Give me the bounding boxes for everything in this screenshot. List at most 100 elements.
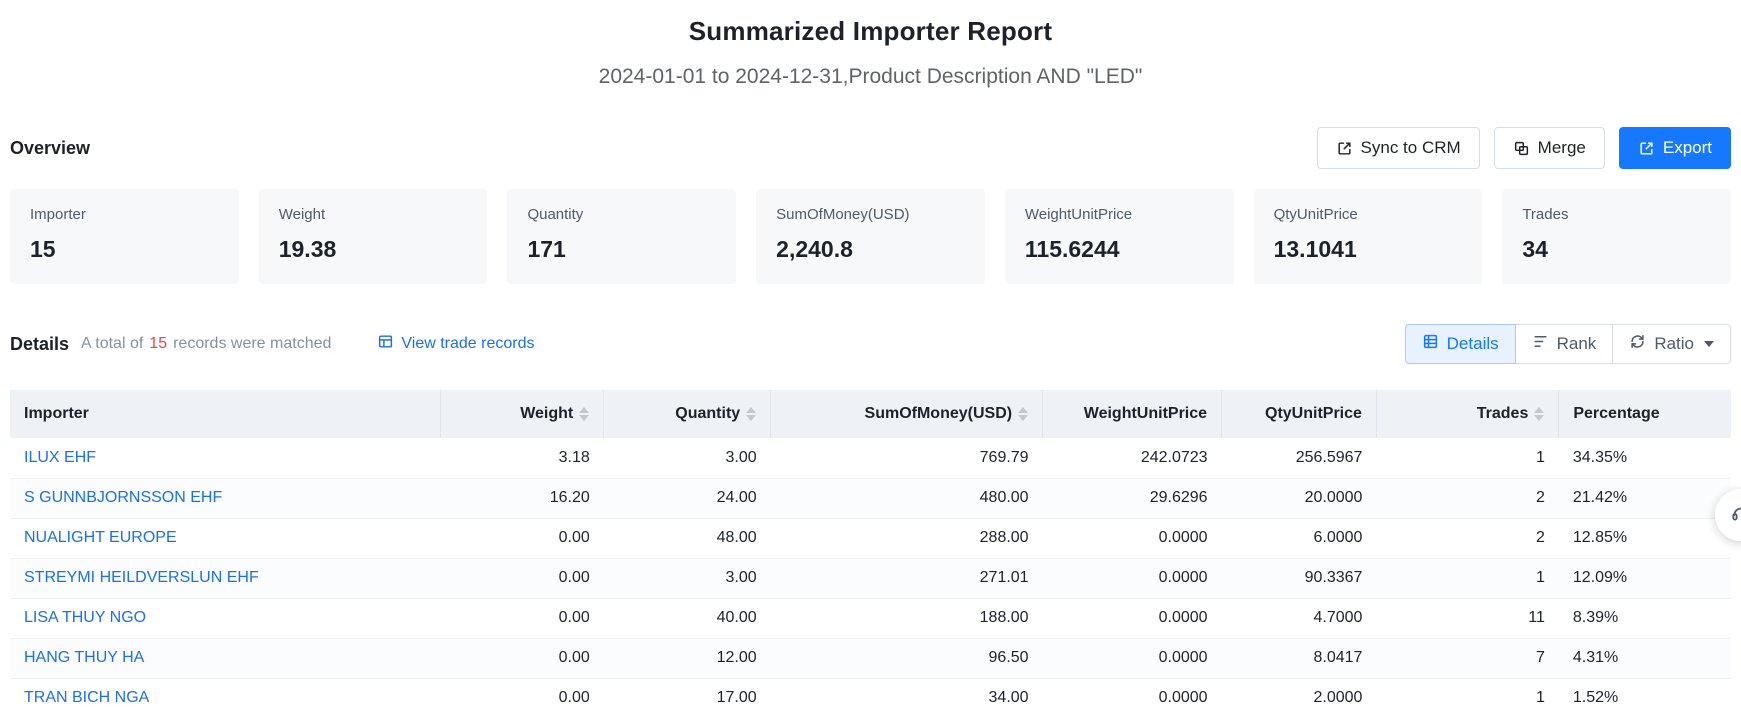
cell-sumofmoney-usd: 288.00 [771,518,1043,558]
importer-link[interactable]: LISA THUY NGO [24,609,146,626]
column-header-trades[interactable]: Trades [1376,390,1558,438]
column-header-weight[interactable]: Weight [440,390,603,438]
column-header-label: Quantity [675,405,740,423]
stat-card-value: 13.1041 [1274,236,1463,263]
table-row: LISA THUY NGO0.0040.00188.000.00004.7000… [10,598,1731,638]
stat-card-value: 34 [1522,236,1711,263]
column-header-percentage: Percentage [1559,390,1731,438]
overview-stats: Importer 15 Weight 19.38 Quantity171 SumOfMon… [10,189,1731,284]
tab-rank[interactable]: Rank [1515,324,1614,364]
stat-card-label: QtyUnitPrice [1274,206,1463,223]
stat-card-weight: Weight 19.38 [259,189,488,284]
sort-icon[interactable] [746,407,756,421]
cell-trades: 7 [1376,638,1558,678]
importer-link[interactable]: S GUNNBJORNSSON EHF [24,489,222,506]
stat-card-quantity: Quantity171 [507,189,736,284]
stat-card-value: 115.6244 [1025,236,1214,263]
export-button[interactable]: Export [1619,127,1731,169]
summary-prefix: A total of [81,335,143,353]
details-bar: Details A total of 15 records were match… [10,324,1731,364]
stat-card-label: SumOfMoney(USD) [776,206,965,223]
column-header-importer: Importer [10,390,440,438]
importer-cell: LISA THUY NGO [10,598,440,638]
page-title: Summarized Importer Report [10,0,1731,47]
column-header-quantity[interactable]: Quantity [604,390,771,438]
stat-card-value: 19.38 [279,236,468,263]
stat-card-label: Weight [279,206,468,223]
table-row: HANG THUY HA0.0012.0096.500.00008.041774… [10,638,1731,678]
view-trade-records-link[interactable]: View trade records [377,333,534,355]
column-header-label: Trades [1477,405,1529,423]
importer-cell: ILUX EHF [10,438,440,478]
cell-qtyunitprice: 6.0000 [1222,518,1377,558]
sync-to-crm-icon [1336,140,1353,157]
cell-qtyunitprice: 20.0000 [1222,478,1377,518]
sort-icon[interactable] [1018,407,1028,421]
sync-to-crm-label: Sync to CRM [1361,138,1461,158]
cell-weightunitprice: 0.0000 [1043,678,1222,715]
overview-actions: Sync to CRM Merge Export [1317,127,1731,169]
importer-link[interactable]: STREYMI HEILDVERSLUN EHF [24,569,259,586]
sort-icon[interactable] [1534,407,1544,421]
cell-quantity: 3.00 [604,438,771,478]
column-header-label: QtyUnitPrice [1265,405,1362,423]
export-icon [1638,140,1655,157]
page-subtitle: 2024-01-01 to 2024-12-31,Product Descrip… [10,65,1731,89]
column-header-label: Importer [24,405,89,423]
stat-card-label: Quantity [527,206,716,223]
tab-details-label: Details [1447,334,1499,354]
cell-percentage: 8.39% [1559,598,1731,638]
cell-weight: 0.00 [440,678,603,715]
cell-qtyunitprice: 8.0417 [1222,638,1377,678]
rank-tab-icon [1532,333,1549,355]
merge-label: Merge [1538,138,1586,158]
table-row: S GUNNBJORNSSON EHF16.2024.00480.0029.62… [10,478,1731,518]
details-tab-icon [1422,333,1439,355]
cell-quantity: 12.00 [604,638,771,678]
sort-icon[interactable] [579,407,589,421]
stat-card-label: Trades [1522,206,1711,223]
cell-qtyunitprice: 256.5967 [1222,438,1377,478]
cell-weight: 16.20 [440,478,603,518]
importer-cell: HANG THUY HA [10,638,440,678]
cell-quantity: 48.00 [604,518,771,558]
sync-to-crm-button[interactable]: Sync to CRM [1317,127,1480,169]
stat-card-value: 15 [30,236,219,263]
stat-card-weightunitprice: WeightUnitPrice115.6244 [1005,189,1234,284]
stat-card-value: 2,240.8 [776,236,965,263]
cell-weight: 0.00 [440,558,603,598]
table-row: ILUX EHF3.183.00769.79242.0723256.596713… [10,438,1731,478]
cell-qtyunitprice: 90.3367 [1222,558,1377,598]
cell-sumofmoney-usd: 34.00 [771,678,1043,715]
cell-quantity: 24.00 [604,478,771,518]
merge-button[interactable]: Merge [1494,127,1605,169]
cell-weightunitprice: 29.6296 [1043,478,1222,518]
cell-weightunitprice: 0.0000 [1043,558,1222,598]
tab-details[interactable]: Details [1405,324,1516,364]
headset-icon [1730,502,1741,529]
cell-weight: 0.00 [440,638,603,678]
importer-link[interactable]: HANG THUY HA [24,649,144,666]
tab-ratio[interactable]: Ratio [1612,324,1731,364]
cell-weightunitprice: 242.0723 [1043,438,1222,478]
cell-trades: 1 [1376,558,1558,598]
importer-link[interactable]: NUALIGHT EUROPE [24,529,177,546]
cell-weightunitprice: 0.0000 [1043,638,1222,678]
column-header-label: Weight [520,405,573,423]
cell-qtyunitprice: 4.7000 [1222,598,1377,638]
cell-quantity: 3.00 [604,558,771,598]
table-header-row: ImporterWeightQuantitySumOfMoney(USD)Wei… [10,390,1731,438]
chevron-down-icon [1704,341,1714,347]
importer-link[interactable]: TRAN BICH NGA [24,689,149,706]
tab-rank-label: Rank [1557,334,1597,354]
cell-sumofmoney-usd: 96.50 [771,638,1043,678]
cell-sumofmoney-usd: 769.79 [771,438,1043,478]
column-header-label: SumOfMoney(USD) [865,405,1013,423]
cell-trades: 2 [1376,478,1558,518]
column-header-sumofmoney-usd[interactable]: SumOfMoney(USD) [771,390,1043,438]
cell-percentage: 34.35% [1559,438,1731,478]
stat-card-label: Importer [30,206,219,223]
importer-link[interactable]: ILUX EHF [24,449,96,466]
stat-card-trades: Trades 34 [1502,189,1731,284]
importer-table-wrap: ImporterWeightQuantitySumOfMoney(USD)Wei… [10,390,1731,715]
